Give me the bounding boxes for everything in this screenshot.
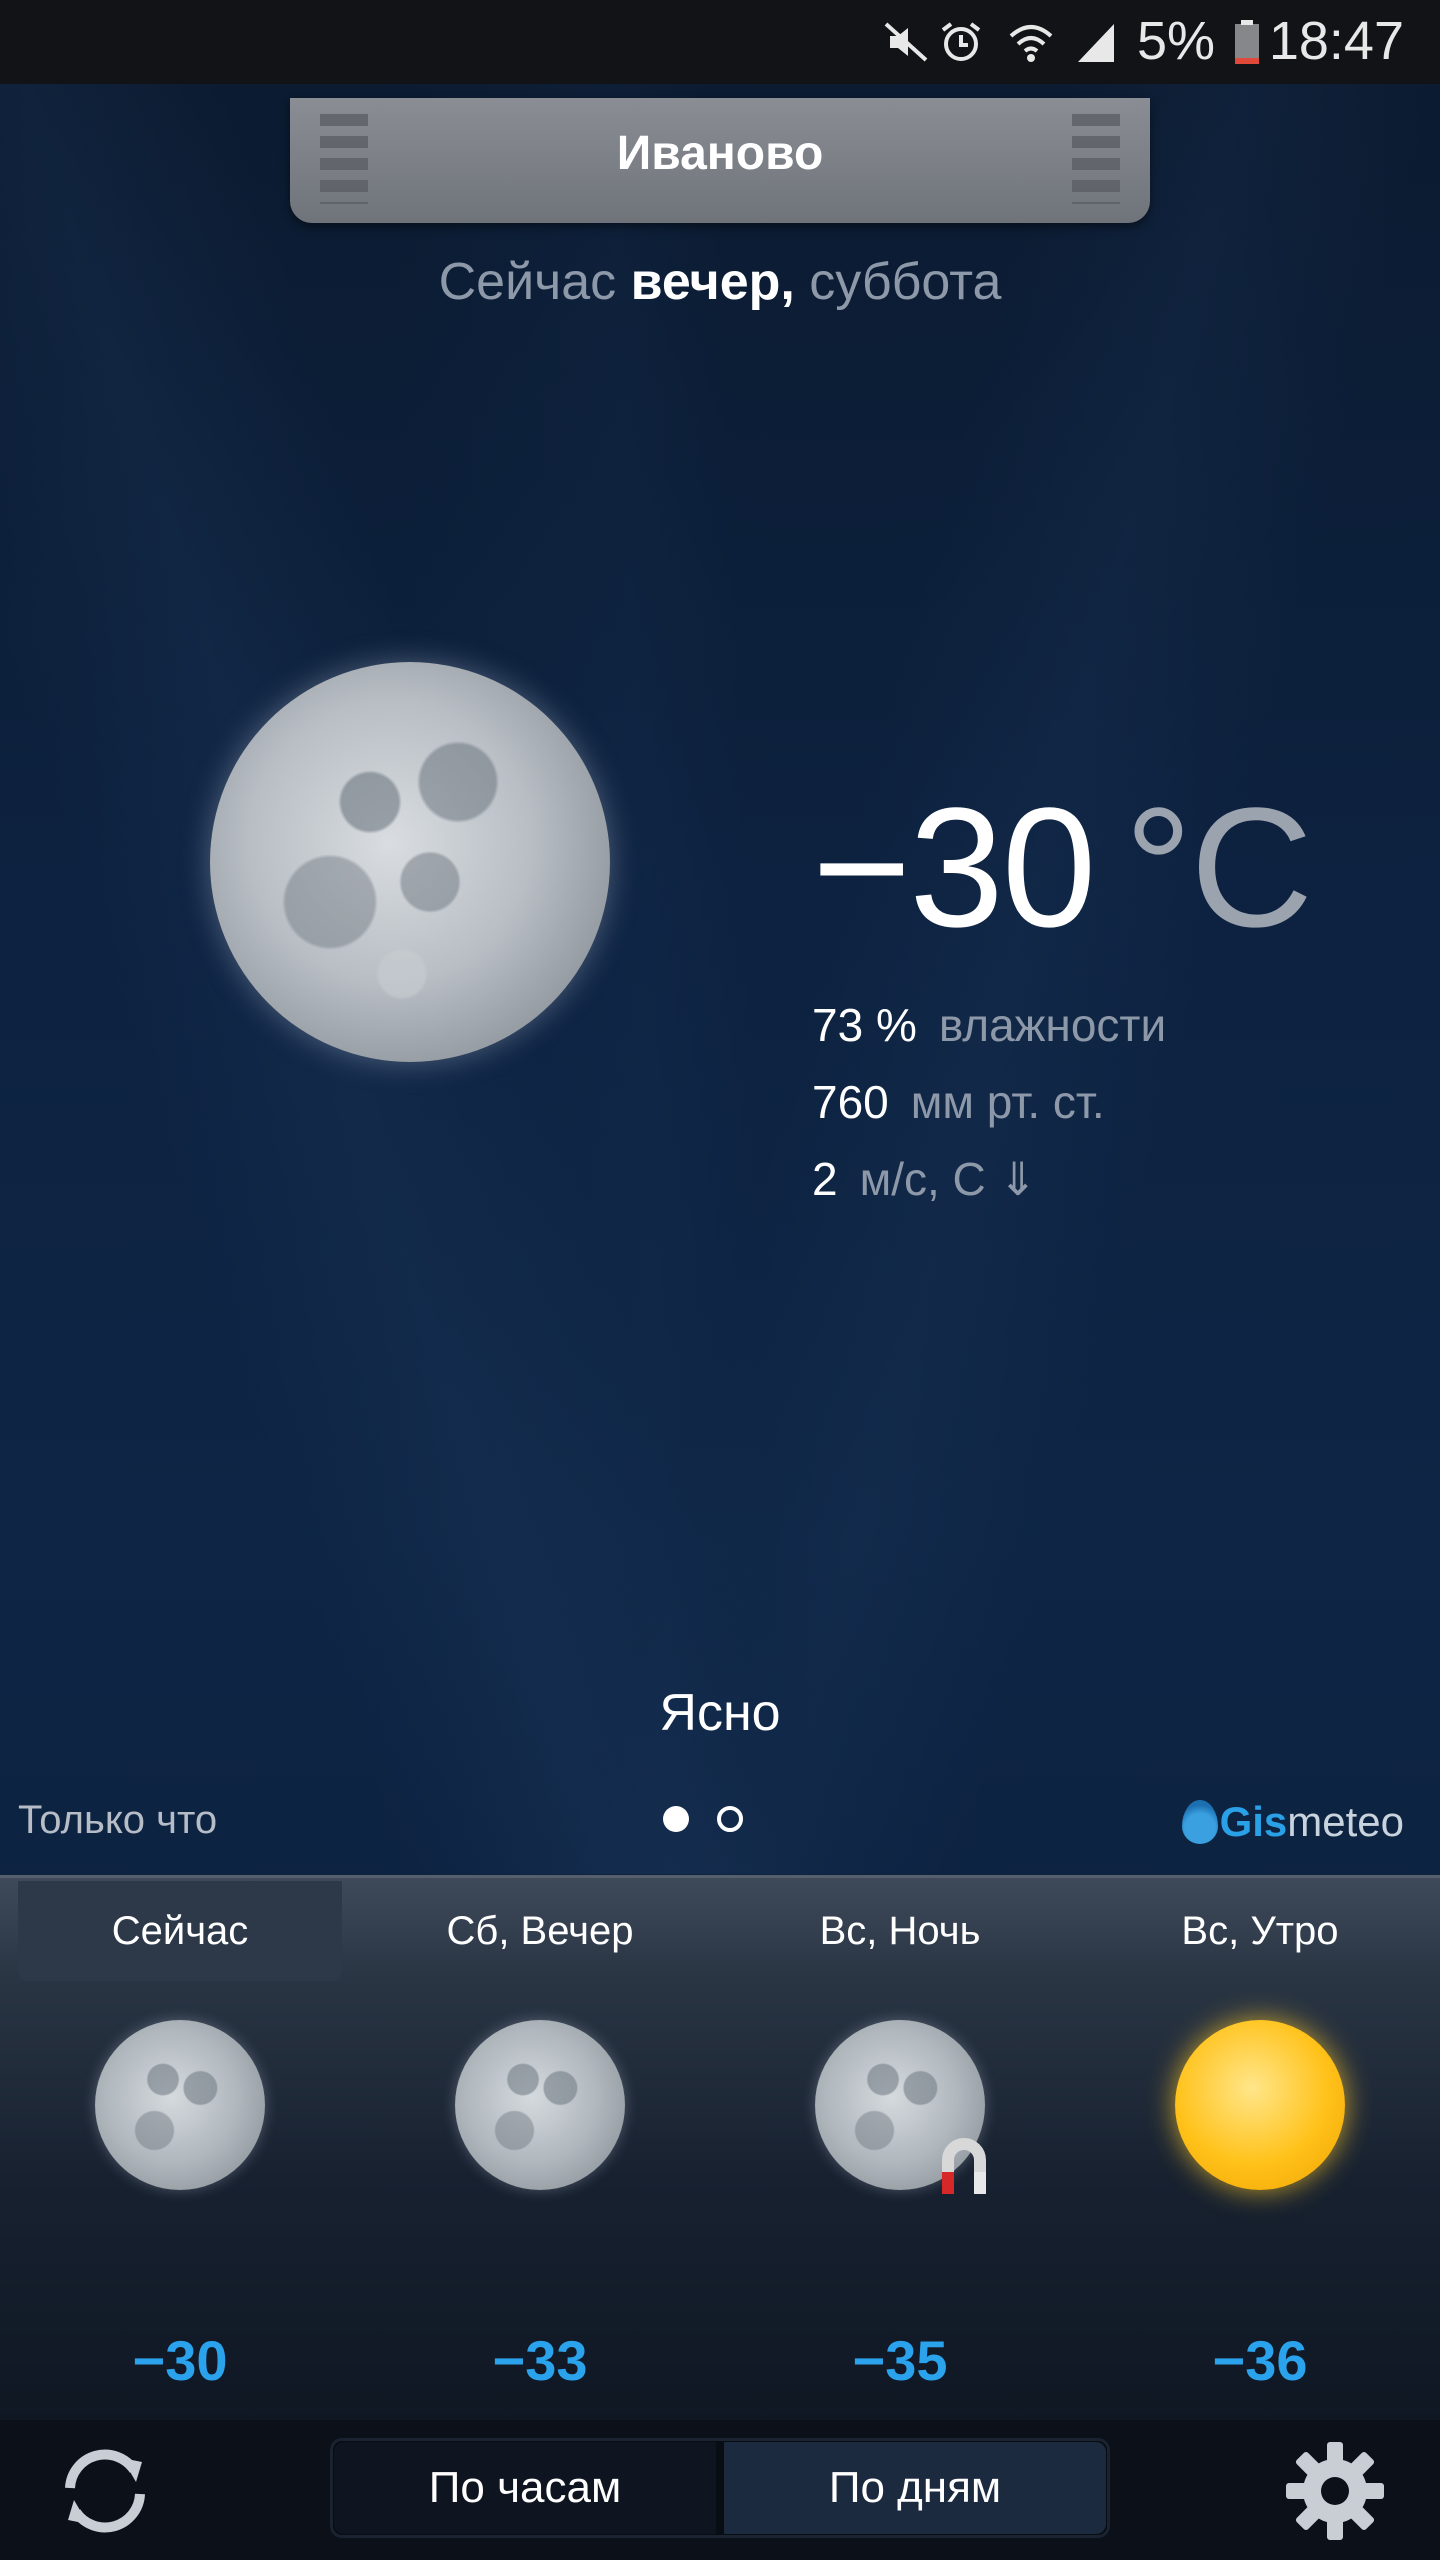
city-selector[interactable]: Иваново — [290, 98, 1150, 223]
pressure-label: мм рт. ст. — [910, 1076, 1105, 1128]
forecast-label: Сб, Вечер — [446, 1909, 634, 1953]
brand-part2: meteo — [1287, 1798, 1404, 1845]
moon-icon — [455, 2020, 625, 2190]
page-indicator[interactable] — [663, 1806, 771, 1837]
forecast-temp: −35 — [852, 2329, 948, 2392]
wifi-icon — [1009, 25, 1053, 62]
updated-time: Только что — [18, 1798, 218, 1842]
clock: 18:47 — [1268, 11, 1404, 71]
alarm-icon — [941, 22, 981, 61]
page-dot[interactable] — [717, 1806, 743, 1832]
forecast-temp: −33 — [492, 2329, 588, 2392]
time-of-day-line: Сейчас вечер, суббота — [0, 252, 1440, 312]
forecast-label: Сейчас — [18, 1881, 342, 1981]
sun-icon — [1175, 2020, 1345, 2190]
hourly-button[interactable]: По часам — [334, 2442, 716, 2534]
signal-icon — [1078, 24, 1114, 62]
temperature-unit: °C — [1124, 773, 1313, 963]
subtitle-prefix: Сейчас — [438, 253, 617, 311]
drop-icon — [1181, 1800, 1218, 1844]
forecast-item[interactable]: Сейчас −30 — [0, 1878, 360, 2423]
brand-part1: Gis — [1219, 1798, 1288, 1845]
forecast-item[interactable]: Вс, Утро −36 — [1080, 1878, 1440, 2423]
weather-screen: 5% 18:47 Иваново Сейчас вечер, суббота −… — [0, 0, 1440, 2560]
drag-grip-icon — [1072, 114, 1120, 204]
refresh-icon[interactable] — [50, 2436, 160, 2546]
wind-row: 2 м/с, С ⇓ — [812, 1152, 1037, 1206]
humidity-value: 73 % — [812, 999, 917, 1051]
forecast-label: Вс, Ночь — [819, 1909, 981, 1953]
mute-icon — [884, 22, 928, 62]
humidity-row: 73 % влажности — [812, 998, 1166, 1052]
forecast-item[interactable]: Сб, Вечер −33 — [360, 1878, 720, 2423]
battery-percent: 5% — [1136, 11, 1215, 71]
moon-icon — [95, 2020, 265, 2190]
daily-button[interactable]: По дням — [724, 2442, 1106, 2534]
forecast-strip: Сейчас −30 Сб, Вечер −33 Вс, Ночь −35 Вс… — [0, 1875, 1440, 2423]
pressure-row: 760 мм рт. ст. — [812, 1075, 1105, 1129]
subtitle-period: вечер, — [630, 253, 795, 311]
subtitle-day: суббота — [809, 253, 1002, 311]
moon-icon — [210, 662, 610, 1062]
wind-label: м/с, С ⇓ — [859, 1153, 1038, 1205]
current-temperature: −30 °C — [812, 770, 1313, 966]
view-mode-toggle: По часам По дням — [330, 2438, 1110, 2538]
gismeteo-logo: Gismeteo — [1181, 1798, 1404, 1846]
page-dot-active[interactable] — [663, 1806, 689, 1832]
forecast-item[interactable]: Вс, Ночь −35 — [720, 1878, 1080, 2423]
forecast-temp: −36 — [1212, 2329, 1308, 2392]
forecast-temp: −30 — [132, 2329, 228, 2392]
battery-icon — [1235, 20, 1259, 64]
pressure-value: 760 — [812, 1076, 889, 1128]
background-rays — [0, 84, 1440, 1874]
city-name: Иваново — [616, 127, 824, 180]
humidity-label: влажности — [938, 999, 1167, 1051]
gear-icon[interactable] — [1280, 2436, 1390, 2546]
wind-value: 2 — [812, 1153, 838, 1205]
forecast-label: Вс, Утро — [1181, 1909, 1339, 1953]
status-bar: 5% 18:47 — [0, 0, 1440, 84]
magnet-icon — [942, 2138, 986, 2194]
weather-condition: Ясно — [659, 1684, 781, 1742]
temperature-value: −30 — [812, 773, 1096, 963]
